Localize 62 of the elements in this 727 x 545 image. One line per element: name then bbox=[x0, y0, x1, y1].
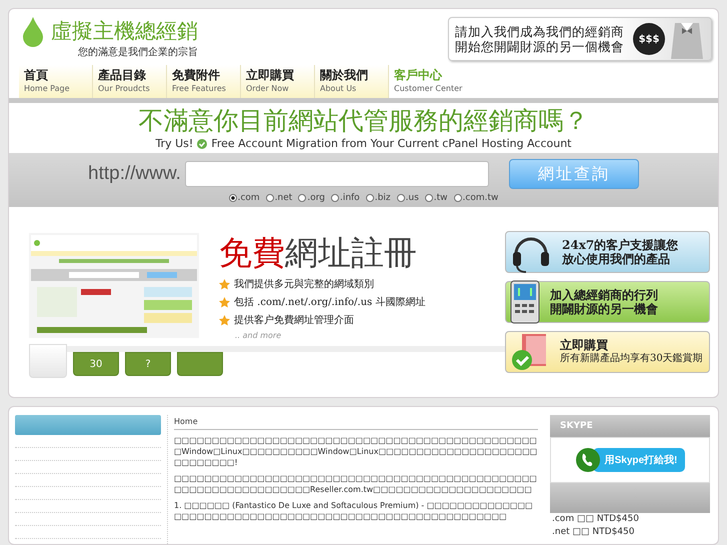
promo-card[interactable]: 加入總經銷商的行列 開闢財源的另一機會 bbox=[505, 281, 710, 324]
star-icon bbox=[219, 296, 230, 308]
radio-button[interactable] bbox=[424, 194, 433, 202]
slide-tab[interactable] bbox=[177, 352, 223, 376]
radio-button[interactable] bbox=[298, 194, 306, 202]
nav-tab[interactable]: 免費附件 Free Features bbox=[167, 65, 241, 98]
feature-text: 包括 .com/.net/.org/.info/.us 斗國際網址 bbox=[234, 296, 426, 310]
check-icon bbox=[197, 138, 208, 149]
banner-title: 網址註冊 bbox=[285, 233, 417, 272]
nav-tab[interactable]: 產品目錄 Our Proudcts bbox=[93, 65, 167, 98]
logo-title: 虛擬主機總經銷 bbox=[51, 18, 198, 45]
try-us-text: Try Us! bbox=[155, 137, 194, 150]
promo-text: 開闢財源的另一機會 bbox=[550, 302, 658, 316]
headline-title: 不滿意你目前網站代管服務的經銷商嗎？ bbox=[138, 105, 588, 138]
radio-button[interactable] bbox=[330, 194, 339, 202]
phone-dollar-icon bbox=[510, 280, 540, 324]
price-text: .net □□ NTD$450 bbox=[551, 526, 636, 540]
nav-tab[interactable]: 立即購買 Order Now bbox=[241, 65, 315, 98]
star-icon bbox=[219, 278, 230, 290]
url-prefix: http://www. bbox=[88, 163, 181, 186]
radio-label: .biz bbox=[374, 193, 391, 204]
radio-label: .tw bbox=[434, 193, 448, 204]
feature-text: 提供客户免費網址管理介面 bbox=[234, 314, 354, 328]
body-paragraph: 1. □□□□□□ (Fantastico De Luxe and Softaculous Premium) - □□□□□□□□□□□□□□□□□□□□□□□□□□□□□□□□□□□□□□□□□□□□□□□□□□□□□□□□□□ bbox=[174, 500, 534, 522]
promo-text: 加入總經銷商的行列 bbox=[550, 288, 658, 302]
ad-text: 請加入我們成為我們的經銷商 bbox=[455, 24, 625, 39]
panel-title: SKYPE bbox=[550, 415, 710, 438]
phone-icon bbox=[574, 447, 601, 474]
radio-label: .us bbox=[406, 193, 419, 204]
radio-button[interactable] bbox=[266, 194, 274, 202]
radio-button[interactable] bbox=[228, 194, 237, 202]
radio-button[interactable] bbox=[454, 194, 462, 202]
dollar-badge: $$$ bbox=[633, 23, 665, 55]
feature-text: 我們提供多元與完整的網域類別 bbox=[234, 278, 374, 292]
promo-card[interactable]: 立即購買 所有新購產品均享有30天鑑賞期 bbox=[505, 331, 710, 374]
body-paragraph: □□□□□□□□□□□□□□□□□□□□□□□□□□□□□□□□□□□□□□□□□□□□□□□□□Window□Linux□□□□□□□□□□Window□Linux□□□□□□□□□□□□□□□□□□□□□□□□□□□□□! bbox=[174, 435, 538, 468]
more-text: .. and more bbox=[235, 331, 282, 340]
banner-title-highlight: 免費 bbox=[219, 233, 285, 272]
radio-label: .com.tw bbox=[462, 193, 498, 204]
body-paragraph: □□□□□□□□□□□□□□□□□□□□□□□□□□□□□□□□□□□□□□□□□□□□□□□□□□□□□□□□□□□□□□□□□□Reseller.com.tw□□□□□□□□□□□□□□□□□□□□□ bbox=[174, 473, 538, 496]
promo-text: 立即購買 bbox=[560, 338, 609, 352]
promo-text: 24x7的客户支援讓您 bbox=[562, 238, 678, 252]
reseller-ad-banner[interactable]: 請加入我們成為我們的經銷商 開始您開闢財源的另一個機會 $$$ bbox=[448, 17, 712, 61]
breadcrumb: Home bbox=[174, 415, 538, 430]
radio-button[interactable] bbox=[366, 194, 374, 202]
price-text: .com □□ NTD$450 bbox=[551, 513, 640, 526]
radio-label: .org bbox=[307, 193, 325, 204]
nav-tab[interactable]: 關於我們 About Us bbox=[315, 65, 389, 98]
promo-text: 放心使用我們的產品 bbox=[562, 252, 671, 266]
promo-note: 所有新購產品均享有30天鑑賞期 bbox=[560, 352, 703, 366]
migration-text: Free Account Migration from Your Current cPanel Hosting Account bbox=[211, 137, 572, 150]
star-icon bbox=[219, 314, 230, 326]
nav-tab[interactable]: 首頁 Home Page bbox=[19, 65, 93, 98]
ad-text: 開始您開闢財源的另一個機會 bbox=[455, 39, 625, 54]
radio-button[interactable] bbox=[396, 194, 405, 202]
radio-label: .info bbox=[340, 193, 360, 204]
radio-label: .net bbox=[274, 193, 292, 204]
domain-input[interactable] bbox=[184, 161, 489, 188]
radio-label: .com bbox=[238, 193, 260, 204]
logo-slogan: 您的滿意是我們企業的宗旨 bbox=[78, 46, 198, 59]
promo-card[interactable]: 24x7的客户支援讓您 放心使用我們的產品 bbox=[505, 231, 710, 274]
leaf-drop-icon bbox=[23, 17, 43, 47]
